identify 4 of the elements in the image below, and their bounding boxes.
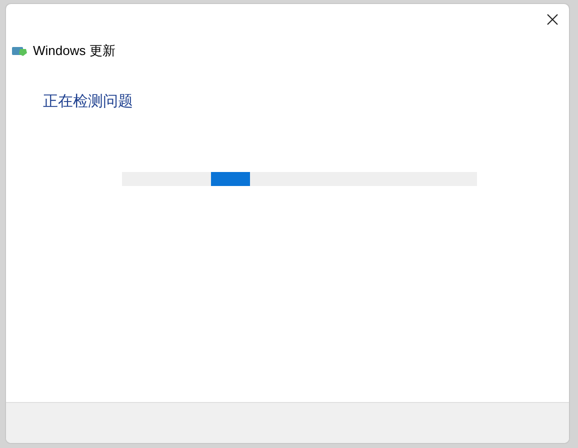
status-heading: 正在检测问题 bbox=[43, 92, 134, 112]
close-icon bbox=[546, 14, 558, 24]
troubleshooter-icon bbox=[12, 44, 28, 57]
window-title: Windows 更新 bbox=[33, 42, 116, 60]
